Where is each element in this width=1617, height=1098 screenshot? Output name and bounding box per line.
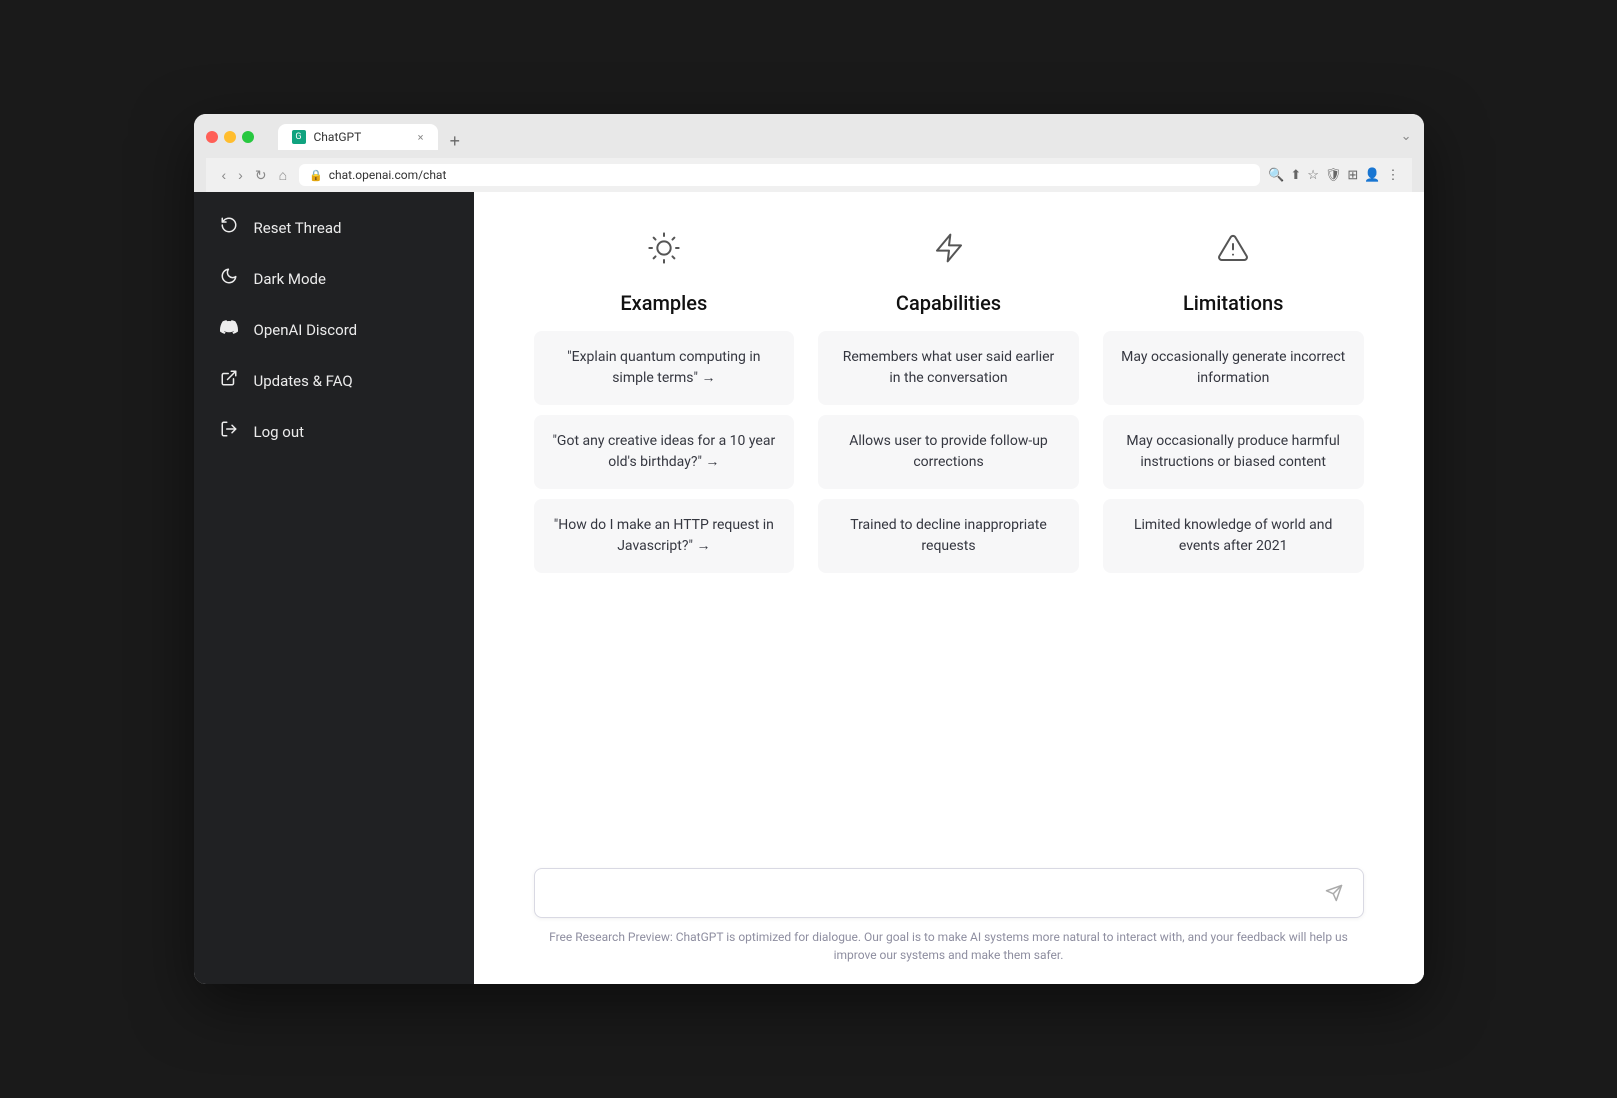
browser-tab[interactable]: G ChatGPT ×: [278, 124, 438, 150]
extensions-icon[interactable]: ⊞: [1347, 168, 1358, 183]
limitations-title: Limitations: [1183, 291, 1283, 315]
browser-actions: 🔍 ⬆ ☆ 🛡 ⊞ 👤 ⋮: [1268, 168, 1399, 183]
reset-icon: [218, 216, 240, 239]
url-text: chat.openai.com/chat: [329, 168, 447, 182]
sidebar-item-label: Dark Mode: [254, 270, 326, 288]
examples-column: Examples "Explain quantum computing in s…: [534, 232, 795, 573]
tab-close-icon[interactable]: ×: [418, 131, 424, 144]
reload-button[interactable]: ↻: [251, 165, 271, 186]
capabilities-title: Capabilities: [896, 291, 1001, 315]
example-card-1[interactable]: "Explain quantum computing in simple ter…: [534, 331, 795, 405]
input-area: Free Research Preview: ChatGPT is optimi…: [474, 852, 1424, 984]
sidebar-item-reset-thread[interactable]: Reset Thread: [202, 204, 466, 251]
examples-title: Examples: [620, 291, 707, 315]
sidebar-item-label: Log out: [254, 423, 305, 441]
main-content: Examples "Explain quantum computing in s…: [474, 192, 1424, 984]
examples-cards: "Explain quantum computing in simple ter…: [534, 331, 795, 573]
search-icon[interactable]: 🔍: [1268, 168, 1284, 183]
input-box-wrapper: [534, 868, 1364, 918]
sidebar-item-label: Updates & FAQ: [254, 372, 353, 390]
warning-icon: [1217, 232, 1249, 271]
browser-controls: G ChatGPT × + ⌄: [206, 124, 1412, 150]
example-card-3[interactable]: "How do I make an HTTP request in Javasc…: [534, 499, 795, 573]
capabilities-cards: Remembers what user said earlier in the …: [818, 331, 1079, 573]
capabilities-column: Capabilities Remembers what user said ea…: [818, 232, 1079, 573]
menu-icon[interactable]: ⋮: [1387, 168, 1400, 183]
sidebar-item-discord[interactable]: OpenAI Discord: [202, 306, 466, 353]
sidebar: Reset Thread Dark Mode OpenAI Discor: [194, 192, 474, 984]
tab-menu-icon[interactable]: ⌄: [1401, 129, 1412, 150]
chat-area: Examples "Explain quantum computing in s…: [474, 192, 1424, 852]
capability-card-3: Trained to decline inappropriate request…: [818, 499, 1079, 573]
nav-buttons: ‹ › ↻ ⌂: [218, 165, 292, 186]
send-button[interactable]: [1321, 884, 1347, 902]
lock-icon: 🔒: [309, 169, 323, 182]
shield-icon[interactable]: 🛡: [1325, 168, 1342, 183]
footer-text: Free Research Preview: ChatGPT is optimi…: [534, 928, 1364, 972]
sidebar-item-logout[interactable]: Log out: [202, 408, 466, 455]
browser-window: G ChatGPT × + ⌄ ‹ › ↻ ⌂ 🔒 chat.openai.co…: [194, 114, 1424, 984]
logout-icon: [218, 420, 240, 443]
moon-icon: [218, 267, 240, 290]
sun-icon: [648, 232, 680, 271]
back-button[interactable]: ‹: [218, 165, 231, 185]
new-tab-button[interactable]: +: [442, 132, 469, 150]
limitation-card-3: Limited knowledge of world and events af…: [1103, 499, 1364, 573]
address-bar[interactable]: 🔒 chat.openai.com/chat: [299, 164, 1260, 186]
tab-bar: G ChatGPT × + ⌄: [278, 124, 1412, 150]
capability-card-1: Remembers what user said earlier in the …: [818, 331, 1079, 405]
close-button[interactable]: [206, 131, 218, 143]
limitations-column: Limitations May occasionally generate in…: [1103, 232, 1364, 573]
address-bar-row: ‹ › ↻ ⌂ 🔒 chat.openai.com/chat 🔍 ⬆ ☆ 🛡 ⊞…: [206, 158, 1412, 192]
sidebar-item-updates-faq[interactable]: Updates & FAQ: [202, 357, 466, 404]
tab-favicon: G: [292, 130, 306, 144]
maximize-button[interactable]: [242, 131, 254, 143]
lightning-icon: [933, 232, 965, 271]
minimize-button[interactable]: [224, 131, 236, 143]
app-container: Reset Thread Dark Mode OpenAI Discor: [194, 192, 1424, 984]
profile-icon[interactable]: 👤: [1364, 168, 1380, 183]
tab-title: ChatGPT: [314, 130, 362, 144]
sidebar-item-label: Reset Thread: [254, 219, 342, 237]
discord-icon: [218, 318, 240, 341]
share-icon[interactable]: ⬆: [1290, 168, 1301, 183]
home-button[interactable]: ⌂: [275, 165, 291, 185]
limitation-card-2: May occasionally produce harmful instruc…: [1103, 415, 1364, 489]
external-link-icon: [218, 369, 240, 392]
columns-container: Examples "Explain quantum computing in s…: [534, 232, 1364, 573]
limitations-cards: May occasionally generate incorrect info…: [1103, 331, 1364, 573]
limitation-card-1: May occasionally generate incorrect info…: [1103, 331, 1364, 405]
chat-input[interactable]: [551, 881, 1321, 905]
browser-chrome: G ChatGPT × + ⌄ ‹ › ↻ ⌂ 🔒 chat.openai.co…: [194, 114, 1424, 192]
capability-card-2: Allows user to provide follow-up correct…: [818, 415, 1079, 489]
example-card-2[interactable]: "Got any creative ideas for a 10 year ol…: [534, 415, 795, 489]
bookmark-icon[interactable]: ☆: [1307, 168, 1319, 183]
forward-button[interactable]: ›: [234, 165, 247, 185]
sidebar-item-dark-mode[interactable]: Dark Mode: [202, 255, 466, 302]
traffic-lights: [206, 131, 254, 143]
sidebar-item-label: OpenAI Discord: [254, 321, 358, 339]
